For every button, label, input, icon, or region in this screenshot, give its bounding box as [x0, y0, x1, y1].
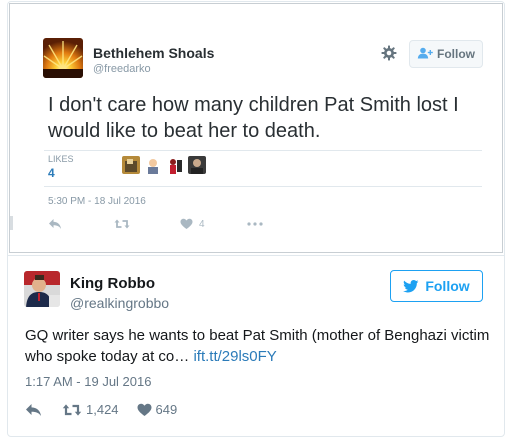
- avatar[interactable]: [24, 271, 60, 307]
- author-name[interactable]: Bethlehem Shoals: [93, 45, 214, 61]
- author-handle[interactable]: @freedarko: [93, 63, 151, 75]
- tweet-text: I don't care how many children Pat Smith…: [48, 94, 459, 142]
- retweet-icon[interactable]: [114, 218, 130, 230]
- tweet-link[interactable]: ift.tt/29ls0FY: [193, 348, 276, 365]
- heart-icon: [180, 218, 193, 230]
- liker-avatar[interactable]: [166, 156, 184, 174]
- follow-label: Follow: [437, 47, 475, 61]
- follow-button[interactable]: Follow: [409, 40, 483, 68]
- tweet-actions: 1,424 649: [25, 402, 177, 417]
- liker-avatar[interactable]: [144, 156, 162, 174]
- settings-gear-icon[interactable]: [381, 45, 397, 61]
- avatar[interactable]: [43, 38, 83, 78]
- likes-count[interactable]: 4: [48, 166, 55, 180]
- twitter-bird-icon: [403, 279, 419, 293]
- like-count: 649: [155, 402, 178, 417]
- tweet-text: GQ writer says he wants to beat Pat Smit…: [25, 325, 495, 367]
- divider: [44, 150, 482, 151]
- likes-label: LIKES: [48, 154, 74, 164]
- heart-icon: [137, 403, 152, 417]
- more-dots-icon[interactable]: [246, 222, 263, 226]
- liker-avatar[interactable]: [122, 156, 140, 174]
- left-edge-marker: [10, 216, 13, 230]
- like-button[interactable]: 649: [137, 402, 178, 417]
- reply-icon[interactable]: [48, 218, 62, 230]
- liker-avatar[interactable]: [188, 156, 206, 174]
- tweet-timestamp[interactable]: 1:17 AM - 19 Jul 2016: [25, 374, 151, 389]
- retweet-count: 1,424: [86, 402, 119, 417]
- like-count: 4: [199, 218, 205, 230]
- author-name[interactable]: King Robbo: [70, 275, 155, 292]
- follow-label: Follow: [425, 278, 470, 294]
- tweet-embed-card: Bethlehem Shoals @freedarko Follow I don…: [7, 1, 505, 437]
- likers-avatars: [122, 156, 206, 174]
- quoted-tweet-screenshot: Bethlehem Shoals @freedarko Follow I don…: [9, 3, 503, 253]
- divider: [44, 186, 482, 187]
- retweet-icon: [62, 403, 82, 417]
- author-handle[interactable]: @realkingrobbo: [70, 295, 169, 311]
- follow-person-plus-icon: [417, 47, 433, 62]
- reply-icon[interactable]: [25, 403, 42, 417]
- like-button[interactable]: 4: [180, 218, 205, 230]
- tweet-actions: 4: [48, 218, 263, 230]
- follow-button[interactable]: Follow: [390, 270, 483, 302]
- divider: [8, 255, 504, 256]
- retweet-button[interactable]: 1,424: [62, 402, 119, 417]
- tweet-timestamp[interactable]: 5:30 PM - 18 Jul 2016: [48, 196, 146, 207]
